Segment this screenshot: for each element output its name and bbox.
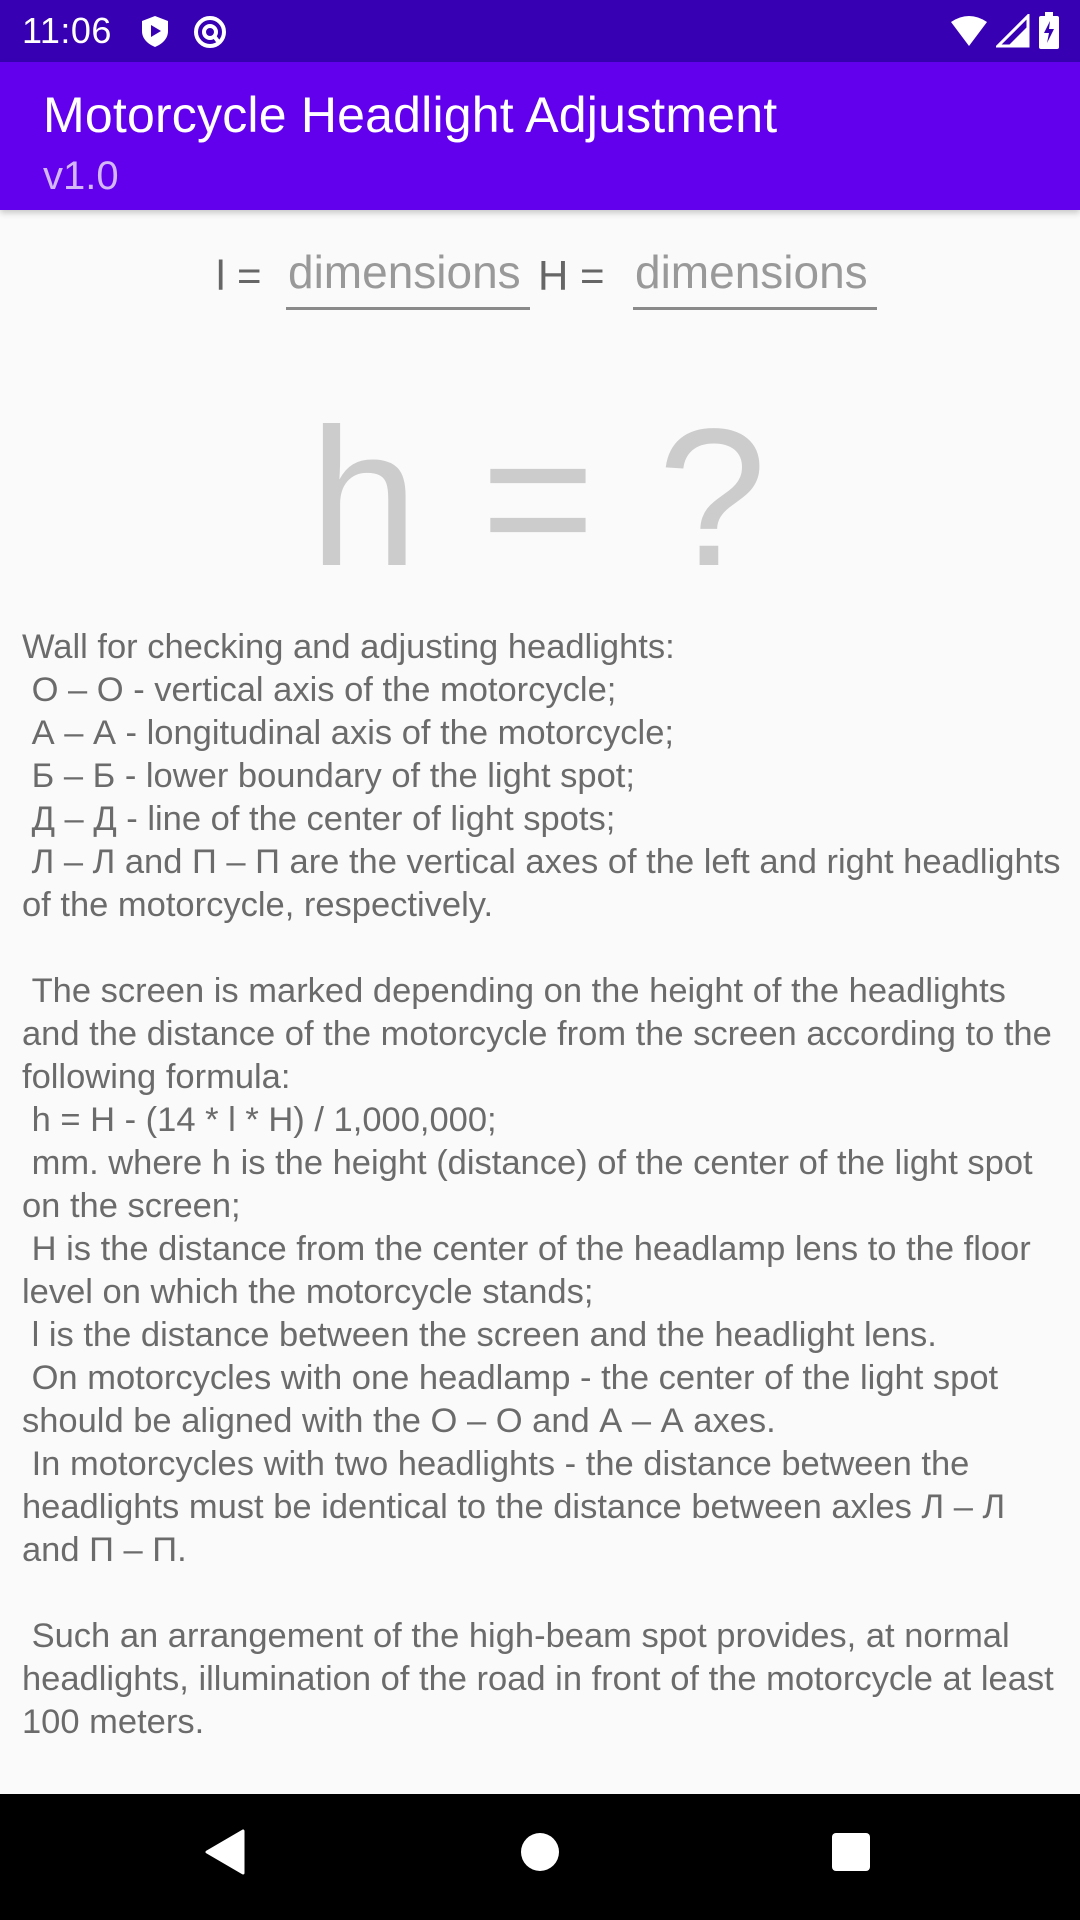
shield-play-icon xyxy=(138,14,172,48)
l-label: l = xyxy=(216,252,262,299)
app-title: Motorcycle Headlight Adjustment xyxy=(43,87,778,143)
status-bar: 11:06 xyxy=(0,0,1080,62)
home-icon[interactable] xyxy=(520,1832,560,1877)
navigation-bar xyxy=(0,1794,1080,1920)
app-version: v1.0 xyxy=(43,154,119,198)
battery-charging-icon xyxy=(1038,12,1060,55)
back-icon[interactable] xyxy=(205,1829,245,1880)
description-text: Wall for checking and adjusting headligh… xyxy=(22,628,1061,1741)
recents-icon[interactable] xyxy=(831,1832,871,1877)
H-label: H = xyxy=(538,252,605,299)
wifi-icon xyxy=(950,14,988,53)
H-height-input[interactable] xyxy=(633,236,877,310)
l-distance-input[interactable] xyxy=(286,236,530,310)
result-display: h = ? xyxy=(309,388,771,607)
status-time: 11:06 xyxy=(22,10,112,51)
app-bar: Motorcycle Headlight Adjustment v1.0 xyxy=(0,62,1080,210)
at-circle-icon xyxy=(192,14,226,48)
cellular-signal-icon xyxy=(994,12,1030,53)
inputs-row: l = H = xyxy=(0,236,1080,316)
